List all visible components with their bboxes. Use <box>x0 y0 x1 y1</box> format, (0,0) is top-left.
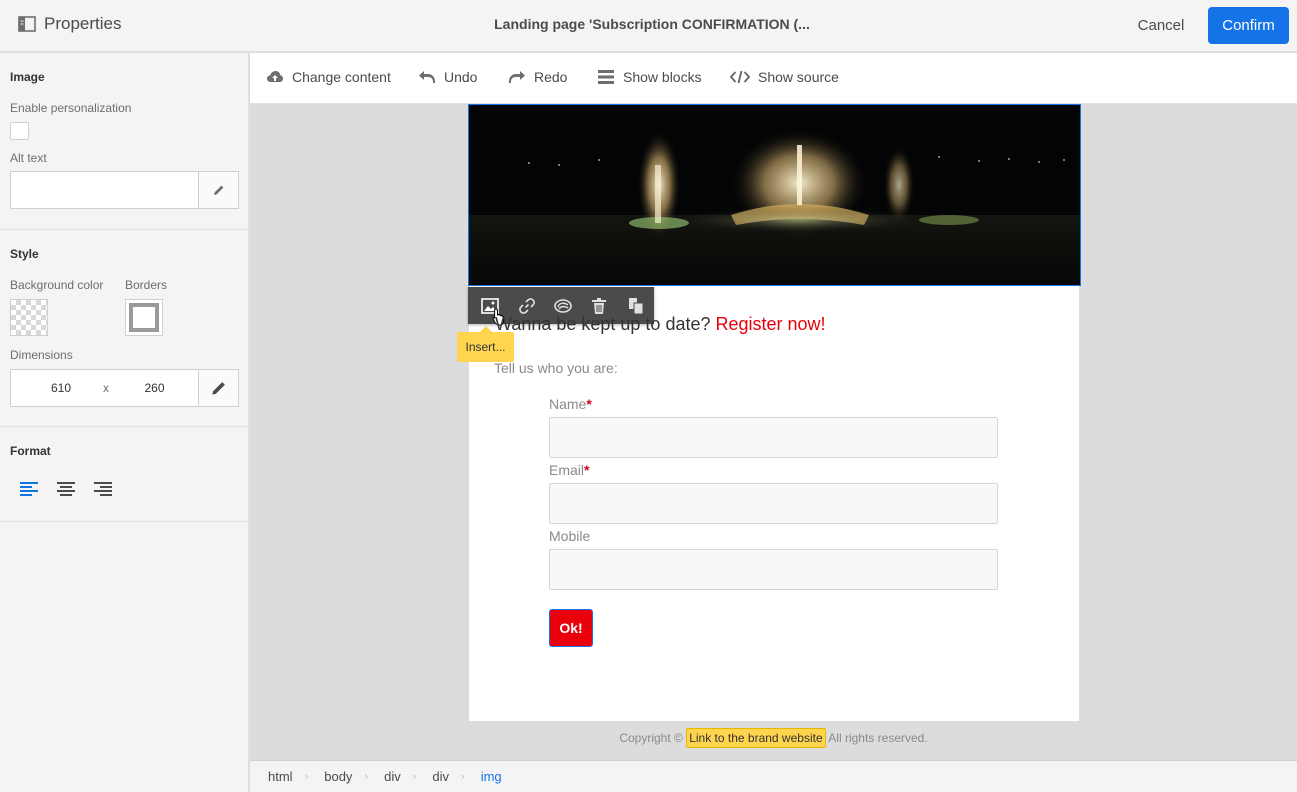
pencil-icon <box>213 185 223 195</box>
form-intro: Tell us who you are: <box>494 360 618 376</box>
code-icon <box>730 70 750 84</box>
align-center-icon <box>57 482 75 496</box>
required-mark: * <box>586 396 592 412</box>
copy-icon <box>628 297 644 314</box>
email-input[interactable] <box>549 483 998 524</box>
properties-sidebar: Image Enable personalization Alt text St… <box>0 53 249 792</box>
sidebar-panel-icon <box>18 16 36 32</box>
background-color-swatch[interactable] <box>10 299 48 336</box>
show-blocks-button[interactable]: Show blocks <box>597 69 702 85</box>
copyright-suffix: All rights reserved. <box>828 731 928 745</box>
show-source-button[interactable]: Show source <box>730 69 839 85</box>
name-label: Name* <box>549 396 592 412</box>
fountain-image <box>469 105 1080 285</box>
align-center-button[interactable] <box>54 477 78 501</box>
redo-icon <box>509 71 525 83</box>
cloud-upload-icon <box>267 71 283 82</box>
alt-text-edit-button[interactable] <box>198 172 238 208</box>
editor-canvas: Insert... Wanna be kept up to date? Regi… <box>250 104 1297 760</box>
mobile-input[interactable] <box>549 549 998 590</box>
borders-label: Borders <box>125 278 168 292</box>
headline: Wanna be kept up to date? Register now! <box>495 314 826 335</box>
align-left-button[interactable] <box>17 477 41 501</box>
change-content-label: Change content <box>292 69 391 85</box>
breadcrumb-html[interactable]: html <box>268 769 293 784</box>
email-label-text: Email <box>549 462 585 478</box>
hero-image[interactable] <box>468 104 1081 286</box>
breadcrumb-chevron-icon: › <box>461 770 465 783</box>
submit-button[interactable]: Ok! <box>549 609 593 647</box>
trash-icon <box>592 297 607 314</box>
breadcrumb-chevron-icon: › <box>412 770 417 783</box>
border-preview <box>129 303 159 332</box>
alt-text-field-group <box>10 171 239 209</box>
adobe-cloud-icon <box>554 298 572 313</box>
redo-label: Redo <box>534 69 568 85</box>
breadcrumb-chevron-icon: › <box>304 770 309 783</box>
copyright-prefix: Copyright © <box>619 731 683 745</box>
breadcrumb-div[interactable]: div <box>432 769 449 784</box>
align-right-button[interactable] <box>91 477 115 501</box>
cancel-button[interactable]: Cancel <box>1124 7 1198 43</box>
name-label-text: Name <box>549 396 587 412</box>
enable-personalization-label: Enable personalization <box>10 101 132 115</box>
alt-text-input[interactable] <box>11 172 198 208</box>
redo-button[interactable]: Redo <box>508 69 567 85</box>
panel-title: Properties <box>44 14 122 33</box>
dimensions-edit-button[interactable] <box>198 370 238 406</box>
undo-label: Undo <box>444 69 478 85</box>
register-now-link[interactable]: Register now! <box>716 314 826 334</box>
show-source-label: Show source <box>758 69 839 85</box>
copyright-footer: Copyright © Link to the brand website Al… <box>250 728 1297 748</box>
width-input[interactable] <box>11 370 111 406</box>
style-section: Style Background color Borders Dimension… <box>0 230 248 427</box>
dimensions-field-group: x <box>10 369 239 407</box>
dimensions-label: Dimensions <box>10 348 73 362</box>
editor-toolbar: Change content Undo Redo Show blocks Sho… <box>250 53 1297 104</box>
align-left-icon <box>20 482 38 496</box>
borders-swatch[interactable] <box>125 299 163 336</box>
insert-tooltip: Insert... <box>457 326 514 362</box>
change-content-button[interactable]: Change content <box>266 69 391 85</box>
style-section-title: Style <box>10 247 39 261</box>
headline-text: Wanna be kept up to date? <box>495 314 716 334</box>
breadcrumb-img[interactable]: img <box>481 769 502 784</box>
link-icon <box>518 297 535 314</box>
blocks-icon <box>598 70 614 84</box>
height-input[interactable] <box>111 370 198 406</box>
undo-icon <box>419 71 435 83</box>
image-section: Image Enable personalization Alt text <box>0 53 248 230</box>
element-breadcrumb: html › body › div › div › img <box>250 760 1297 792</box>
show-blocks-label: Show blocks <box>623 69 702 85</box>
pencil-icon <box>211 382 225 395</box>
background-color-label: Background color <box>10 278 104 292</box>
enable-personalization-checkbox[interactable] <box>10 122 29 140</box>
breadcrumb-body[interactable]: body <box>324 769 352 784</box>
brand-website-link[interactable]: Link to the brand website <box>686 728 826 748</box>
undo-button[interactable]: Undo <box>418 69 477 85</box>
breadcrumb-div[interactable]: div <box>384 769 401 784</box>
header-bar: Properties Landing page 'Subscription CO… <box>0 0 1297 52</box>
alignment-group <box>17 477 115 501</box>
name-input[interactable] <box>549 417 998 458</box>
confirm-button[interactable]: Confirm <box>1208 7 1289 44</box>
properties-panel-toggle[interactable]: Properties <box>18 14 121 34</box>
document-title: Landing page 'Subscription CONFIRMATION … <box>494 16 810 32</box>
alt-text-label: Alt text <box>10 151 47 165</box>
mobile-label: Mobile <box>549 528 591 544</box>
required-mark: * <box>584 462 590 478</box>
image-section-title: Image <box>10 70 45 84</box>
format-section: Format <box>0 427 248 522</box>
align-right-icon <box>94 482 112 496</box>
breadcrumb-chevron-icon: › <box>364 770 369 783</box>
format-section-title: Format <box>10 444 51 458</box>
email-label: Email* <box>549 462 589 478</box>
